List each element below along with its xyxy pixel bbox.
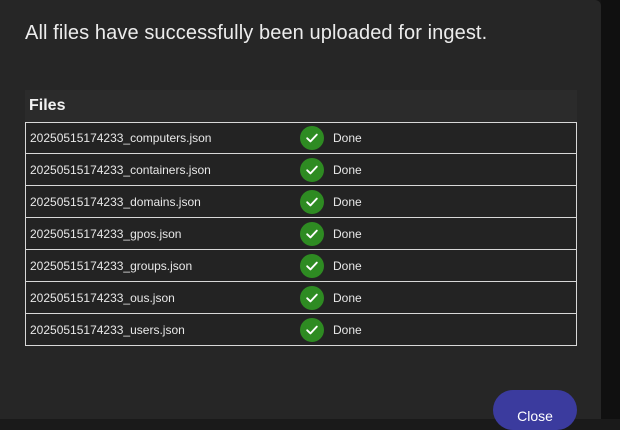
- check-circle-icon: [300, 285, 324, 310]
- file-row: 20250515174233_users.json Done: [25, 314, 577, 346]
- upload-complete-dialog: All files have successfully been uploade…: [0, 0, 601, 430]
- status-text: Done: [333, 290, 362, 305]
- files-panel: Files 20250515174233_computers.json Done…: [25, 90, 577, 346]
- check-circle-icon: [300, 126, 324, 150]
- file-name: 20250515174233_domains.json: [30, 194, 201, 209]
- file-name: 20250515174233_computers.json: [30, 131, 212, 145]
- check-circle-icon: [300, 221, 324, 246]
- file-row: 20250515174233_ous.json Done: [25, 282, 577, 314]
- file-row: 20250515174233_containers.json Done: [25, 154, 577, 186]
- status-text: Done: [333, 258, 362, 273]
- check-circle-icon: [300, 317, 324, 342]
- file-row: 20250515174233_groups.json Done: [25, 250, 577, 282]
- file-row: 20250515174233_gpos.json Done: [25, 218, 577, 250]
- file-name: 20250515174233_ous.json: [30, 290, 175, 305]
- file-name: 20250515174233_groups.json: [30, 258, 193, 273]
- check-circle-icon: [300, 189, 324, 214]
- status-text: Done: [333, 226, 362, 241]
- status-text: Done: [333, 194, 362, 209]
- file-row: 20250515174233_computers.json Done: [25, 122, 577, 154]
- check-circle-icon: [300, 157, 324, 182]
- close-button[interactable]: Close: [493, 390, 577, 430]
- status-text: Done: [333, 131, 362, 145]
- status-text: Done: [333, 322, 362, 337]
- backdrop-edge: [601, 0, 620, 419]
- status-text: Done: [333, 162, 362, 177]
- file-name: 20250515174233_containers.json: [30, 162, 211, 177]
- file-name: 20250515174233_gpos.json: [30, 226, 182, 241]
- file-row: 20250515174233_domains.json Done: [25, 186, 577, 218]
- file-name: 20250515174233_users.json: [30, 322, 185, 337]
- check-circle-icon: [300, 253, 324, 278]
- files-header: Files: [25, 90, 577, 122]
- dialog-title: All files have successfully been uploade…: [25, 22, 488, 44]
